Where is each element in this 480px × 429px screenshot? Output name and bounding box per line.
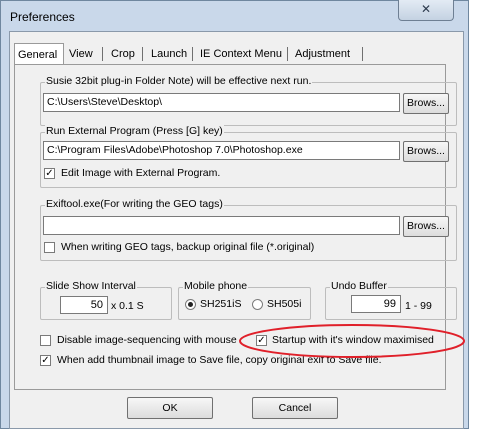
tab-separator	[362, 47, 363, 61]
red-highlight-ellipse	[239, 324, 465, 358]
disable-sequencing-label: Disable image-sequencing with mouse	[57, 334, 237, 346]
geo-backup-checkbox[interactable]	[44, 242, 55, 253]
geo-backup-label: When writing GEO tags, backup original f…	[61, 241, 315, 253]
undo-buffer-field[interactable]: 99	[351, 295, 401, 313]
undo-buffer-legend: Undo Buffer	[330, 280, 388, 292]
tab-crop[interactable]: Crop	[108, 45, 138, 64]
radio-sh251is[interactable]	[185, 299, 196, 310]
edit-external-label: Edit Image with External Program.	[61, 167, 221, 179]
background-strip	[470, 0, 480, 429]
close-button[interactable]: ✕	[398, 0, 454, 21]
radio-sh251is-label: SH251iS	[200, 298, 242, 310]
tab-separator	[287, 47, 288, 61]
tab-ie-context-menu[interactable]: IE Context Menu	[197, 45, 285, 64]
exiftool-browse-button[interactable]: Brows...	[403, 216, 449, 237]
tab-launch[interactable]: Launch	[148, 45, 190, 64]
mobile-phone-legend: Mobile phone	[183, 280, 249, 292]
exiftool-path-field[interactable]	[43, 216, 400, 235]
tab-separator	[192, 47, 193, 61]
window-title: Preferences	[10, 10, 75, 24]
exiftool-legend: Exiftool.exe(For writing the GEO tags)	[45, 198, 224, 210]
susie-folder-field[interactable]: C:\Users\Steve\Desktop\	[43, 93, 400, 112]
close-icon: ✕	[420, 2, 432, 16]
slideshow-unit-label: x 0.1 S	[111, 300, 144, 312]
tab-adjustment[interactable]: Adjustment	[292, 45, 353, 64]
slideshow-legend: Slide Show Interval	[45, 280, 137, 292]
ok-button[interactable]: OK	[127, 397, 213, 419]
external-browse-button[interactable]: Brows...	[403, 141, 449, 162]
external-program-field[interactable]: C:\Program Files\Adobe\Photoshop 7.0\Pho…	[43, 141, 400, 160]
thumbnail-exif-checkbox[interactable]: ✓	[40, 355, 51, 366]
checkmark-icon: ✓	[41, 355, 50, 366]
tab-view[interactable]: View	[66, 45, 96, 64]
susie-browse-button[interactable]: Brows...	[403, 93, 449, 114]
slideshow-interval-field[interactable]: 50	[60, 296, 108, 314]
tab-separator	[102, 47, 103, 61]
susie-group-legend: Susie 32bit plug-in Folder Note) will be…	[45, 75, 313, 87]
external-program-legend: Run External Program (Press [G] key)	[45, 125, 224, 137]
tab-separator	[142, 47, 143, 61]
disable-sequencing-checkbox[interactable]	[40, 335, 51, 346]
edit-external-checkbox[interactable]: ✓	[44, 168, 55, 179]
radio-sh505i[interactable]	[252, 299, 263, 310]
radio-sh505i-label: SH505i	[267, 298, 302, 310]
tab-general[interactable]: General	[14, 43, 64, 65]
undo-buffer-range-label: 1 - 99	[405, 300, 432, 312]
checkmark-icon: ✓	[45, 168, 54, 179]
cancel-button[interactable]: Cancel	[252, 397, 338, 419]
